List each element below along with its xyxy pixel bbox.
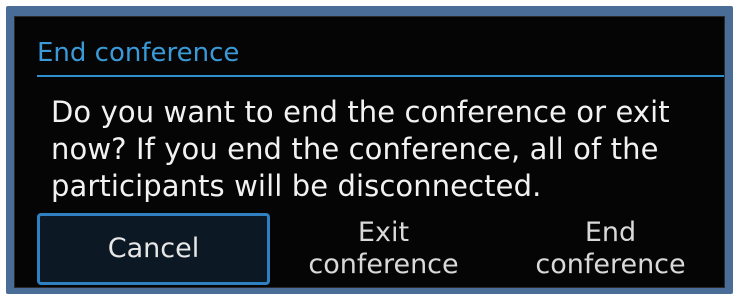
end-conference-label-line-2: conference	[535, 249, 686, 280]
dialog-title: End conference	[37, 38, 240, 68]
dialog-message: Do you want to end the conference or exi…	[51, 94, 706, 205]
end-conference-dialog: End conference Do you want to end the co…	[14, 16, 725, 288]
cancel-button-label: Cancel	[107, 233, 200, 264]
message-line-2: now? If you end the conference, all of t…	[51, 132, 659, 166]
dialog-button-row: Cancel Exit conference End conference	[37, 213, 724, 285]
message-line-3: participants will be disconnected.	[51, 169, 542, 203]
exit-conference-label-line-2: conference	[308, 249, 459, 280]
dialog-title-row: End conference	[15, 17, 724, 77]
title-divider	[37, 75, 724, 77]
end-conference-label-line-1: End	[584, 217, 637, 248]
exit-conference-label: Exit conference	[308, 217, 458, 281]
end-conference-label: End conference	[535, 217, 685, 281]
message-line-1: Do you want to end the conference or exi…	[51, 95, 670, 129]
exit-conference-button[interactable]: Exit conference	[270, 213, 497, 285]
dialog-outer-frame: End conference Do you want to end the co…	[6, 6, 733, 294]
end-conference-button[interactable]: End conference	[497, 213, 724, 285]
exit-conference-label-line-1: Exit	[357, 217, 410, 248]
cancel-button[interactable]: Cancel	[37, 213, 270, 285]
